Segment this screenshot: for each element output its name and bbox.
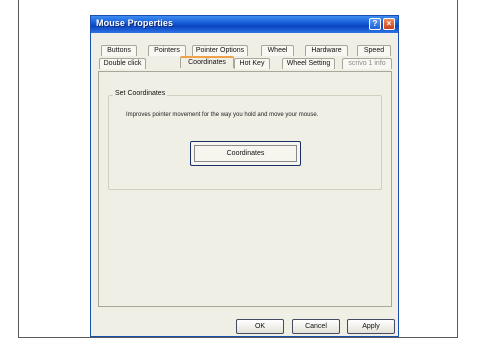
help-icon[interactable]: ? <box>369 18 381 30</box>
group-label: Set Coordinates <box>113 90 168 97</box>
close-icon[interactable]: × <box>383 18 395 30</box>
tab-double-click[interactable]: Double click <box>99 58 146 69</box>
tab-speed[interactable]: Speed <box>357 45 391 56</box>
window-title: Mouse Properties <box>96 18 174 28</box>
tab-hot-key[interactable]: Hot Key <box>234 58 270 69</box>
coordinates-button[interactable]: Coordinates <box>190 141 301 166</box>
mouse-properties-dialog: Mouse Properties ? × Buttons Pointers Po… <box>90 15 399 337</box>
tab-wheel-setting[interactable]: Wheel Setting <box>282 58 335 69</box>
tab-scrivo-info[interactable]: scrivo 1 info <box>342 58 392 69</box>
tab-pointers[interactable]: Pointers <box>148 45 186 56</box>
title-bar[interactable]: Mouse Properties ? × <box>91 16 398 33</box>
group-description: Improves pointer movement for the way yo… <box>126 112 319 118</box>
tab-hardware[interactable]: Hardware <box>305 45 348 56</box>
tab-wheel[interactable]: Wheel <box>261 45 294 56</box>
tab-pointer-options[interactable]: Pointer Options <box>192 45 248 56</box>
cancel-button[interactable]: Cancel <box>292 319 340 334</box>
tab-buttons[interactable]: Buttons <box>101 45 137 56</box>
ok-button[interactable]: OK <box>236 319 284 334</box>
coordinates-button-label: Coordinates <box>194 145 297 162</box>
apply-button[interactable]: Apply <box>347 319 395 334</box>
tab-coordinates[interactable]: Coordinates <box>180 56 234 68</box>
